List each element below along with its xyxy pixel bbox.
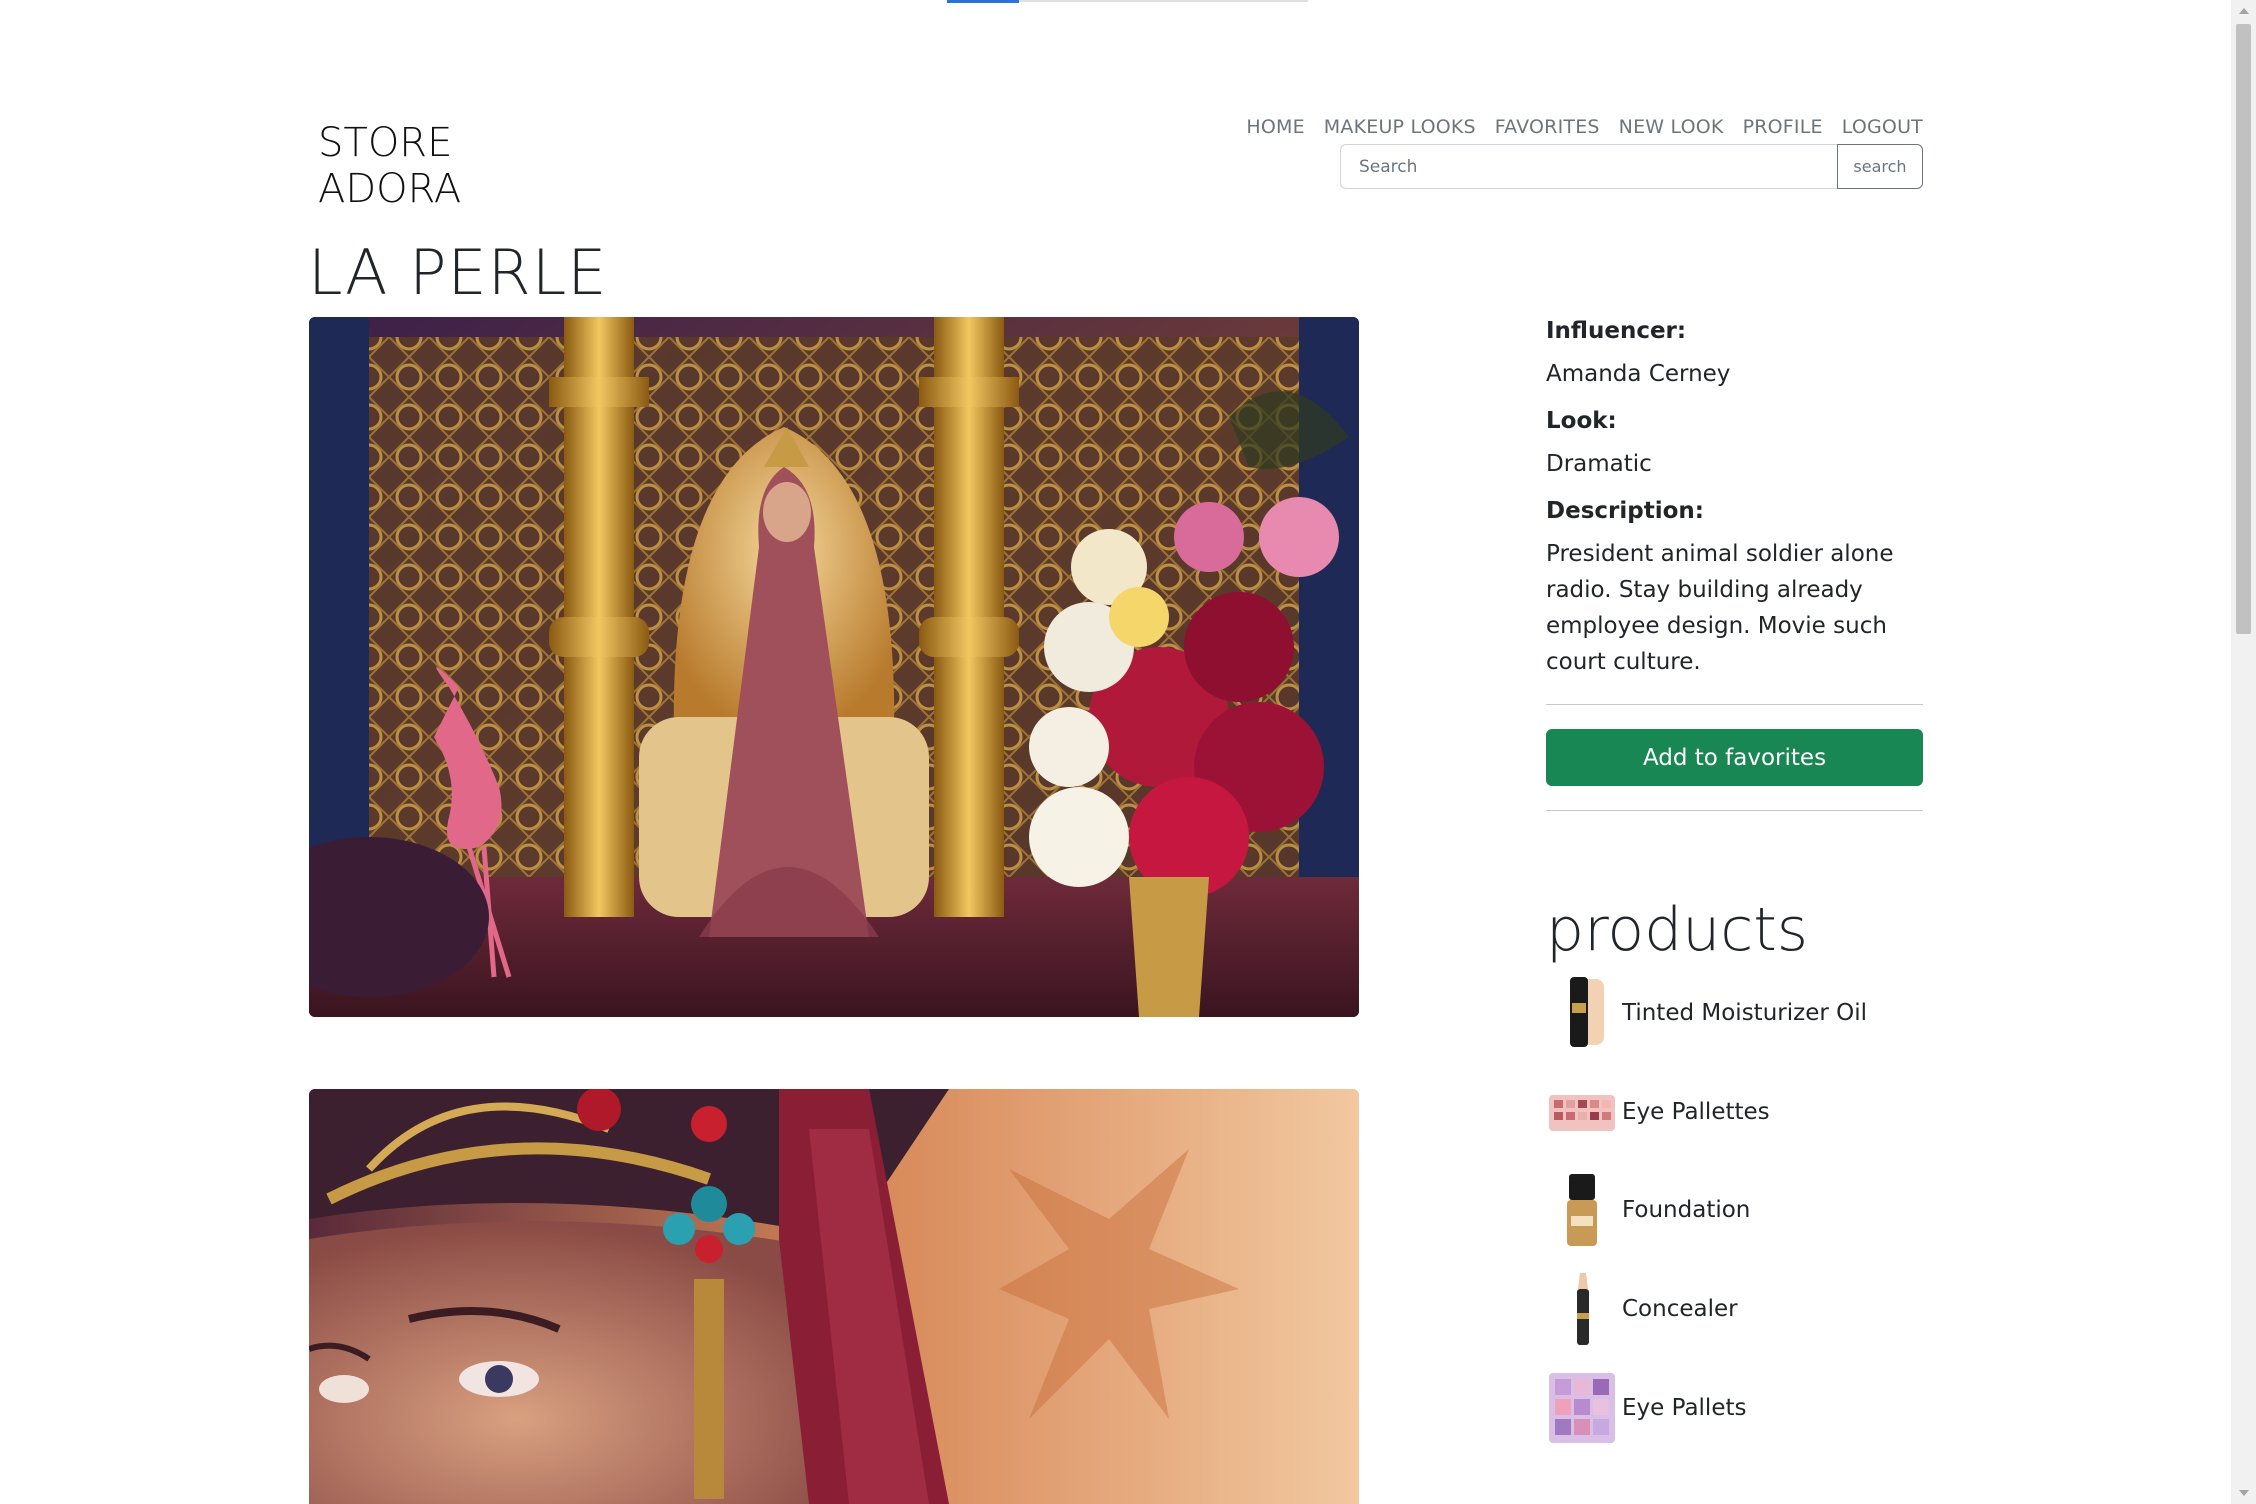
add-to-favorites-button[interactable]: Add to favorites [1546,729,1923,786]
look-image-throne [309,317,1359,1017]
palette-icon [1546,1365,1618,1451]
vertical-scrollbar[interactable] [2231,0,2256,1504]
product-name: Eye Pallettes [1622,1099,1770,1125]
nav-makeup-looks[interactable]: MAKEUP LOOKS [1324,116,1476,138]
tube-icon [1546,970,1618,1056]
brand-line-1: STORE [318,120,453,166]
look-details-panel: Influencer: Amanda Cerney Look: Dramatic… [1546,318,1923,811]
search-input[interactable] [1340,144,1837,189]
divider-top [1546,704,1923,705]
palette-icon [1546,1069,1618,1155]
description-label: Description: [1546,498,1704,524]
scroll-down-icon[interactable] [2239,1490,2249,1496]
loading-progress [947,0,1019,3]
scroll-up-icon[interactable] [2239,8,2249,14]
divider-bottom [1546,810,1923,811]
product-name: Eye Pallets [1622,1395,1747,1421]
look-type-value: Dramatic [1546,451,1652,477]
wand-icon [1546,1266,1618,1352]
scrollbar-thumb[interactable] [2236,24,2251,634]
look-image-portrait [309,1089,1359,1504]
search-button[interactable]: search [1837,144,1923,189]
look-type-label: Look: [1546,408,1617,434]
page-loading-bar [947,0,1308,3]
nav-logout[interactable]: LOGOUT [1842,116,1923,138]
product-name: Tinted Moisturizer Oil [1622,1000,1867,1026]
nav-new-look[interactable]: NEW LOOK [1619,116,1724,138]
product-item[interactable]: Concealer [1546,1266,1738,1352]
influencer-label: Influencer: [1546,318,1687,344]
product-item[interactable]: Foundation [1546,1167,1750,1253]
look-title: LA PERLE [308,236,608,309]
product-item[interactable]: Tinted Moisturizer Oil [1546,970,1867,1056]
product-name: Concealer [1622,1296,1738,1322]
bottle-icon [1546,1167,1618,1253]
product-item[interactable]: Eye Pallets [1546,1365,1746,1451]
product-item[interactable]: Eye Pallettes [1546,1069,1770,1155]
brand-logo[interactable]: STORE ADORA [318,120,462,212]
nav-favorites[interactable]: FAVORITES [1495,116,1600,138]
main-nav: HOME MAKEUP LOOKS FAVORITES NEW LOOK PRO… [1246,116,1923,138]
brand-line-2: ADORA [318,166,462,212]
nav-home[interactable]: HOME [1246,116,1304,138]
nav-profile[interactable]: PROFILE [1743,116,1823,138]
product-name: Foundation [1622,1197,1751,1223]
description-value: President animal soldier alone radio. St… [1546,541,1894,675]
influencer-value: Amanda Cerney [1546,361,1731,387]
products-heading: products [1546,895,1809,965]
search-form: search [1340,144,1923,189]
